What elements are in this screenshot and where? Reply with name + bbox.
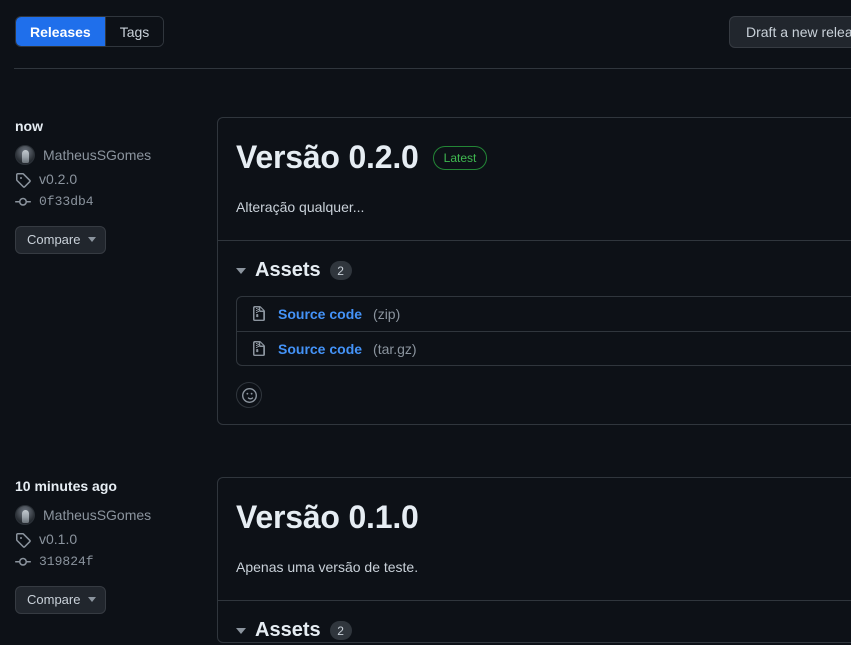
assets-section-1: Assets 2 [218, 601, 851, 642]
assets-count-badge-1: 2 [329, 621, 352, 641]
add-reaction-button[interactable] [236, 382, 262, 409]
draft-new-release-button[interactable]: Draft a new release [729, 16, 851, 48]
release-card-header-1: Versão 0.1.0 Apenas uma versão de teste. [218, 478, 851, 600]
releases-page: Releases Tags Draft a new release now Ma… [0, 0, 851, 645]
tag-icon [16, 172, 31, 188]
release-tag-row-0[interactable]: v0.2.0 [15, 171, 205, 188]
asset-name[interactable]: Source code [278, 341, 362, 357]
reactions-bar-0 [218, 366, 851, 424]
assets-count-badge-0: 2 [329, 261, 352, 281]
release-meta-0: now MatheusSGomes v0.2.0 0f33db4 Compare [15, 117, 205, 254]
avatar [15, 505, 35, 526]
assets-section-0: Assets 2 Source code (zip) Source code (… [218, 241, 851, 367]
asset-row[interactable]: Source code (tar.gz) [237, 331, 851, 365]
file-zip-icon [253, 340, 265, 356]
release-tag-row-1[interactable]: v0.1.0 [15, 531, 205, 548]
assets-list-0: Source code (zip) Source code (tar.gz) [236, 296, 851, 367]
release-body-0: Alteração qualquer... [236, 199, 365, 216]
release-commit-row-1[interactable]: 319824f [15, 554, 205, 570]
release-card-1: Versão 0.1.0 Apenas uma versão de teste.… [217, 477, 851, 644]
release-body-1: Apenas uma versão de teste. [236, 559, 419, 576]
chevron-down-icon[interactable] [236, 627, 246, 634]
chevron-down-icon [88, 237, 97, 243]
release-date-1: 10 minutes ago [15, 478, 117, 494]
release-commit-sha-0[interactable]: 0f33db4 [39, 194, 94, 210]
asset-extension: (tar.gz) [373, 340, 417, 357]
compare-button-label-1: Compare [27, 592, 81, 608]
release-commit-row-0[interactable]: 0f33db4 [15, 194, 205, 210]
assets-header-0[interactable]: Assets 2 [236, 259, 851, 282]
assets-header-1[interactable]: Assets 2 [236, 619, 851, 642]
latest-badge: Latest [432, 145, 488, 170]
git-commit-icon [15, 197, 31, 206]
release-tag-0[interactable]: v0.2.0 [39, 171, 77, 188]
page-header: Releases Tags Draft a new release [0, 0, 851, 69]
avatar [15, 145, 35, 166]
compare-button-label-0: Compare [27, 232, 81, 248]
release-author-0[interactable]: MatheusSGomes [43, 147, 151, 164]
git-commit-icon [15, 557, 31, 566]
release-title-0[interactable]: Versão 0.2.0 [236, 139, 419, 175]
release-tag-1[interactable]: v0.1.0 [39, 531, 77, 548]
header-divider [14, 68, 851, 69]
tab-releases[interactable]: Releases [16, 17, 105, 46]
release-author-row-1[interactable]: MatheusSGomes [15, 505, 205, 526]
release-commit-sha-1[interactable]: 319824f [39, 554, 94, 570]
release-card-header-0: Versão 0.2.0 Latest Alteração qualquer..… [218, 118, 851, 240]
tag-icon [16, 532, 31, 548]
assets-title-0: Assets [255, 259, 321, 282]
chevron-down-icon[interactable] [236, 267, 246, 274]
release-meta-1: 10 minutes ago MatheusSGomes v0.1.0 3198… [15, 477, 205, 614]
asset-row[interactable]: Source code (zip) [237, 297, 851, 331]
file-zip-icon [253, 306, 265, 322]
release-title-row-1: Versão 0.1.0 [236, 499, 851, 535]
compare-button-0[interactable]: Compare [15, 225, 107, 254]
chevron-down-icon [88, 597, 97, 603]
smiley-icon [241, 387, 257, 403]
compare-button-1[interactable]: Compare [15, 585, 107, 614]
asset-extension: (zip) [373, 306, 401, 323]
asset-name[interactable]: Source code [278, 306, 362, 322]
tab-tags[interactable]: Tags [105, 17, 164, 46]
release-title-row-0: Versão 0.2.0 Latest [236, 139, 851, 175]
releases-tags-segmented-control[interactable]: Releases Tags [15, 16, 165, 47]
release-card-0: Versão 0.2.0 Latest Alteração qualquer..… [217, 117, 851, 426]
assets-title-1: Assets [255, 619, 321, 642]
release-author-1[interactable]: MatheusSGomes [43, 507, 151, 524]
release-title-1[interactable]: Versão 0.1.0 [236, 499, 419, 535]
release-author-row-0[interactable]: MatheusSGomes [15, 145, 205, 166]
release-date-0: now [15, 118, 43, 134]
